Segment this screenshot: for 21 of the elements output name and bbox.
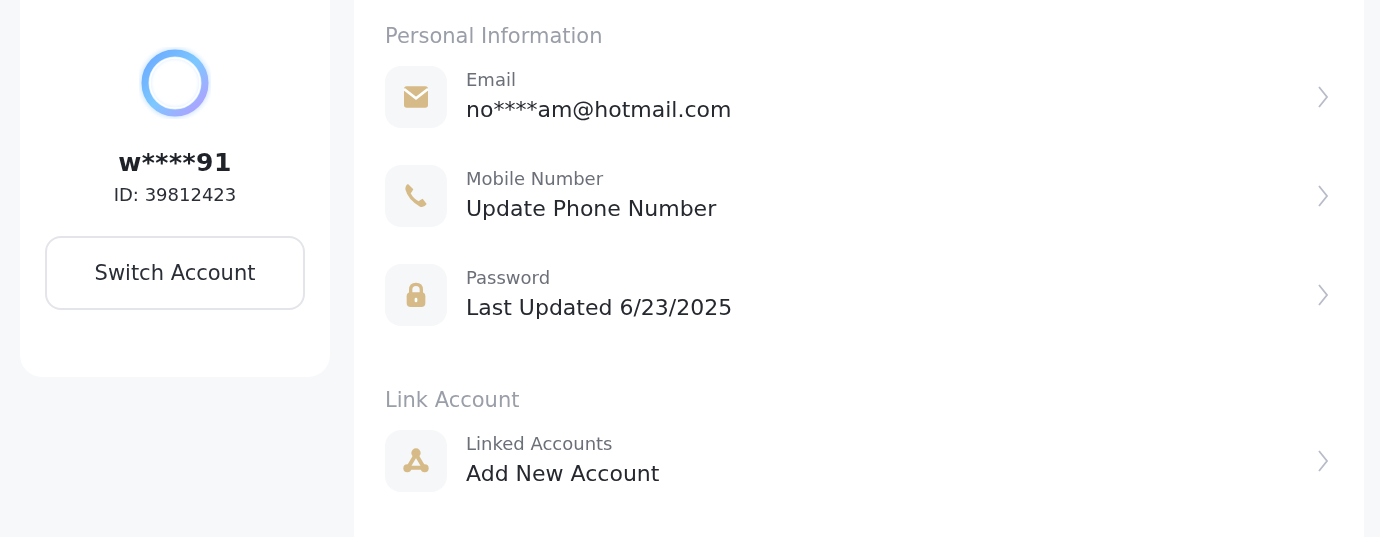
settings-row[interactable]: Email no****am@hotmail.com [385,66,1333,128]
row-label: Mobile Number [466,167,605,191]
row-value: Add New Account [466,460,661,488]
section-title: Personal Information [385,23,604,50]
row-label: Password [466,266,552,290]
chevron-right-icon [1317,283,1329,307]
settings-row[interactable]: Mobile Number Update Phone Number [385,165,1333,227]
row-label: Email [466,68,517,92]
switch-account-button[interactable]: Switch Account [45,236,305,310]
chevron-right-icon [1317,85,1329,109]
row-value: no****am@hotmail.com [466,96,733,124]
row-label: Linked Accounts [466,432,614,456]
user-id: ID: 39812423 [113,184,237,205]
chevron-right-icon [1317,449,1329,473]
chevron-right-icon [1317,184,1329,208]
settings-row[interactable]: Linked Accounts Add New Account [385,430,1333,492]
settings-row[interactable]: Password Last Updated 6/23/2025 [385,264,1333,326]
row-value: Update Phone Number [466,195,718,223]
username: w****91 [118,148,232,177]
row-value: Last Updated 6/23/2025 [466,294,734,322]
section-title: Link Account [385,387,521,414]
